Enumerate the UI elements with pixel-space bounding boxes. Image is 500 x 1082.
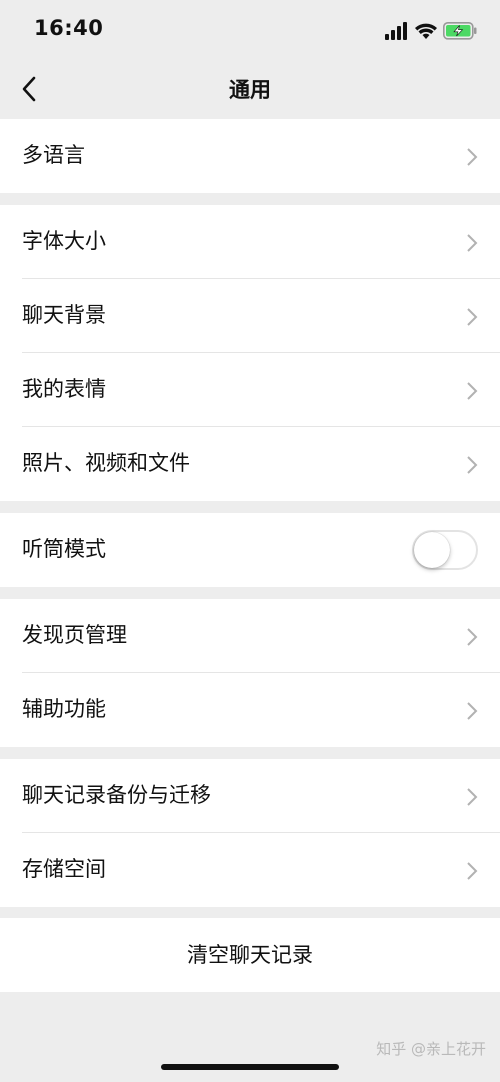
row-photos-videos-files[interactable]: 照片、视频和文件 bbox=[0, 427, 500, 501]
chevron-right-icon bbox=[467, 382, 478, 400]
row-label: 聊天背景 bbox=[22, 303, 106, 327]
chevron-right-icon bbox=[467, 234, 478, 252]
chevron-right-icon bbox=[467, 148, 478, 166]
toggle-knob bbox=[414, 532, 450, 568]
settings-group-language: 多语言 bbox=[0, 119, 500, 193]
row-label: 发现页管理 bbox=[22, 623, 127, 647]
row-chat-background[interactable]: 聊天背景 bbox=[0, 279, 500, 353]
row-label: 我的表情 bbox=[22, 377, 106, 401]
page-title: 通用 bbox=[229, 78, 271, 102]
cellular-signal-icon bbox=[385, 22, 407, 40]
earpiece-mode-toggle[interactable] bbox=[412, 530, 478, 570]
watermark-text: 知乎 @亲上花开 bbox=[376, 1040, 486, 1058]
settings-group-storage: 聊天记录备份与迁移 存储空间 bbox=[0, 759, 500, 907]
home-indicator[interactable] bbox=[161, 1064, 339, 1070]
chevron-right-icon bbox=[467, 702, 478, 720]
row-label: 存储空间 bbox=[22, 857, 106, 881]
chevron-right-icon bbox=[467, 788, 478, 806]
chevron-right-icon bbox=[467, 628, 478, 646]
row-label: 照片、视频和文件 bbox=[22, 451, 190, 475]
status-bar: 16:40 bbox=[0, 0, 500, 60]
status-icons bbox=[385, 20, 480, 42]
row-discover-management[interactable]: 发现页管理 bbox=[0, 599, 500, 673]
wifi-icon bbox=[415, 23, 437, 39]
chevron-right-icon bbox=[467, 862, 478, 880]
nav-bar: 通用 bbox=[0, 60, 500, 118]
row-earpiece-mode: 听筒模式 bbox=[0, 513, 500, 587]
chevron-right-icon bbox=[467, 456, 478, 474]
chevron-right-icon bbox=[467, 308, 478, 326]
row-my-stickers[interactable]: 我的表情 bbox=[0, 353, 500, 427]
row-chat-backup[interactable]: 聊天记录备份与迁移 bbox=[0, 759, 500, 833]
settings-group-earpiece: 听筒模式 bbox=[0, 513, 500, 587]
clear-chat-history-button[interactable]: 清空聊天记录 bbox=[0, 918, 500, 992]
row-label: 听筒模式 bbox=[22, 537, 106, 561]
row-font-size[interactable]: 字体大小 bbox=[0, 205, 500, 279]
row-label: 字体大小 bbox=[22, 229, 106, 253]
row-label: 多语言 bbox=[22, 143, 85, 167]
row-language[interactable]: 多语言 bbox=[0, 119, 500, 193]
row-accessibility[interactable]: 辅助功能 bbox=[0, 673, 500, 747]
row-label: 聊天记录备份与迁移 bbox=[22, 783, 211, 807]
settings-group-discover: 发现页管理 辅助功能 bbox=[0, 599, 500, 747]
status-time: 16:40 bbox=[34, 16, 104, 40]
settings-group-display: 字体大小 聊天背景 我的表情 照片、视频和文件 bbox=[0, 205, 500, 501]
row-label: 辅助功能 bbox=[22, 697, 106, 721]
row-storage-space[interactable]: 存储空间 bbox=[0, 833, 500, 907]
battery-charging-icon bbox=[443, 22, 477, 40]
